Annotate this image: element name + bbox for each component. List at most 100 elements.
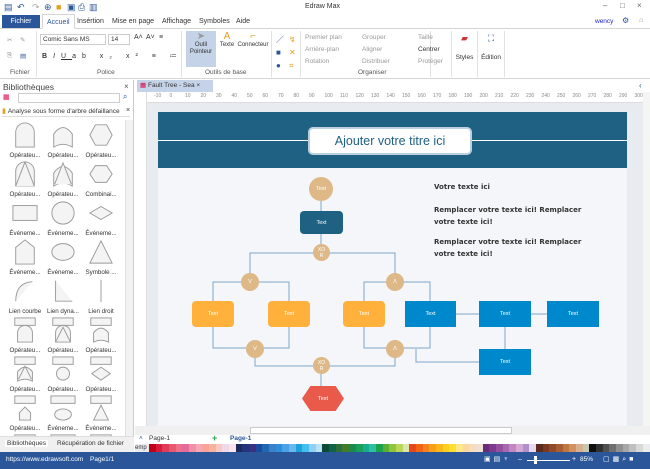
- palette-swatch[interactable]: [535, 444, 543, 452]
- text-block-1[interactable]: Votre texte ici: [434, 183, 490, 191]
- palette-swatch[interactable]: [222, 444, 230, 452]
- palette-swatch[interactable]: [395, 444, 403, 452]
- zoom-out-button[interactable]: –: [518, 455, 522, 465]
- palette-swatch[interactable]: [195, 444, 203, 452]
- palette-swatch[interactable]: [302, 444, 310, 452]
- zoom-slider-thumb[interactable]: [534, 456, 537, 464]
- palette-swatch[interactable]: [502, 444, 510, 452]
- palette-swatch[interactable]: [249, 444, 256, 452]
- palette-swatch[interactable]: [549, 444, 556, 452]
- palette-swatch[interactable]: [229, 444, 236, 452]
- palette-swatch[interactable]: [255, 444, 263, 452]
- event-box[interactable]: Text: [192, 301, 234, 327]
- event-box[interactable]: Text: [268, 301, 310, 327]
- palette-swatch[interactable]: [562, 444, 570, 452]
- palette-swatch[interactable]: [442, 444, 450, 452]
- palette-swatch[interactable]: [616, 444, 623, 452]
- page-list-icon[interactable]: ˄: [139, 435, 143, 442]
- palette-swatch[interactable]: [455, 444, 463, 452]
- top-event-circle[interactable]: Text: [309, 177, 333, 201]
- palette-swatch[interactable]: [569, 444, 576, 452]
- hexagon-event[interactable]: Text: [302, 386, 344, 411]
- palette-swatch[interactable]: [235, 444, 243, 452]
- palette-swatch[interactable]: [202, 444, 210, 452]
- and-gate-bottom[interactable]: Λ: [386, 340, 404, 358]
- palette-swatch[interactable]: [555, 444, 563, 452]
- palette-swatch[interactable]: [542, 444, 550, 452]
- palette-swatch[interactable]: [462, 444, 470, 452]
- palette-swatch[interactable]: [522, 444, 530, 452]
- palette-swatch[interactable]: [382, 444, 390, 452]
- palette-swatch[interactable]: [309, 444, 316, 452]
- palette-swatch[interactable]: [322, 444, 330, 452]
- palette-swatch[interactable]: [402, 444, 410, 452]
- palette-swatch[interactable]: [289, 444, 296, 452]
- palette-swatch[interactable]: [389, 444, 396, 452]
- palette-swatch[interactable]: [342, 444, 350, 452]
- palette-swatch[interactable]: [362, 444, 370, 452]
- event-box-blue[interactable]: Text: [405, 301, 456, 327]
- event-box[interactable]: Text: [343, 301, 385, 327]
- palette-swatch[interactable]: [602, 444, 610, 452]
- or-gate-left[interactable]: V: [241, 273, 259, 291]
- palette-swatch[interactable]: [169, 444, 176, 452]
- palette-swatch[interactable]: [415, 444, 423, 452]
- palette-swatch[interactable]: [482, 444, 490, 452]
- palette-swatch[interactable]: [269, 444, 276, 452]
- event-box-blue[interactable]: Text: [479, 301, 531, 327]
- palette-swatch[interactable]: [629, 444, 637, 452]
- palette-swatch[interactable]: [175, 444, 183, 452]
- palette-swatch[interactable]: [582, 444, 590, 452]
- palette-swatch[interactable]: [422, 444, 430, 452]
- add-page-icon[interactable]: +: [212, 433, 217, 443]
- palette-swatch[interactable]: [609, 444, 617, 452]
- event-box-blue[interactable]: Text: [547, 301, 599, 327]
- palette-swatch[interactable]: [636, 444, 643, 452]
- palette-swatch[interactable]: [576, 444, 583, 452]
- palette-swatch[interactable]: [242, 444, 250, 452]
- palette-swatch[interactable]: [409, 444, 416, 452]
- view-mode-icons[interactable]: ▣▤♆: [484, 455, 511, 465]
- event-box-blue[interactable]: Text: [479, 349, 531, 375]
- palette-swatch[interactable]: [375, 444, 383, 452]
- palette-swatch[interactable]: [529, 444, 536, 452]
- palette-swatch[interactable]: [162, 444, 170, 452]
- palette-swatch[interactable]: [149, 444, 156, 452]
- text-block-2[interactable]: Remplacer votre texte ici! Remplacer vot…: [434, 204, 604, 228]
- palette-swatch[interactable]: [282, 444, 290, 452]
- palette-swatch[interactable]: [329, 444, 336, 452]
- scroll-thumb[interactable]: [250, 427, 512, 434]
- palette-swatch[interactable]: [429, 444, 436, 452]
- palette-swatch[interactable]: [515, 444, 523, 452]
- palette-swatch[interactable]: [596, 444, 603, 452]
- status-url[interactable]: https://www.edrawsoft.com: [6, 456, 83, 463]
- palette-swatch[interactable]: [495, 444, 503, 452]
- top-event-box[interactable]: Text: [300, 211, 343, 234]
- palette-swatch[interactable]: [355, 444, 363, 452]
- palette-swatch[interactable]: [349, 444, 356, 452]
- xor-gate-top[interactable]: XO R: [313, 244, 330, 261]
- palette-swatch[interactable]: [182, 444, 190, 452]
- palette-swatch[interactable]: [189, 444, 196, 452]
- palette-swatch[interactable]: [369, 444, 376, 452]
- palette-swatch[interactable]: [155, 444, 163, 452]
- zoom-level[interactable]: 85%: [580, 456, 593, 463]
- palette-swatch[interactable]: [449, 444, 456, 452]
- palette-swatch[interactable]: [589, 444, 597, 452]
- palette-swatch[interactable]: [469, 444, 476, 452]
- palette-swatch[interactable]: [489, 444, 496, 452]
- palette-swatch[interactable]: [435, 444, 443, 452]
- and-gate-right[interactable]: Λ: [386, 273, 404, 291]
- palette-swatch[interactable]: [622, 444, 630, 452]
- palette-swatch[interactable]: [642, 444, 650, 452]
- palette-swatch[interactable]: [475, 444, 483, 452]
- palette-swatch[interactable]: [509, 444, 516, 452]
- or-gate-bottom[interactable]: V: [246, 340, 264, 358]
- fit-icons[interactable]: ▢▦⌕■: [603, 455, 636, 465]
- palette-swatch[interactable]: [209, 444, 216, 452]
- palette-swatch[interactable]: [275, 444, 283, 452]
- palette-swatch[interactable]: [215, 444, 223, 452]
- palette-swatch[interactable]: [315, 444, 323, 452]
- xor-gate-bottom[interactable]: XO R: [313, 357, 330, 374]
- text-block-3[interactable]: Remplacer votre texte ici! Remplacer vot…: [434, 236, 604, 260]
